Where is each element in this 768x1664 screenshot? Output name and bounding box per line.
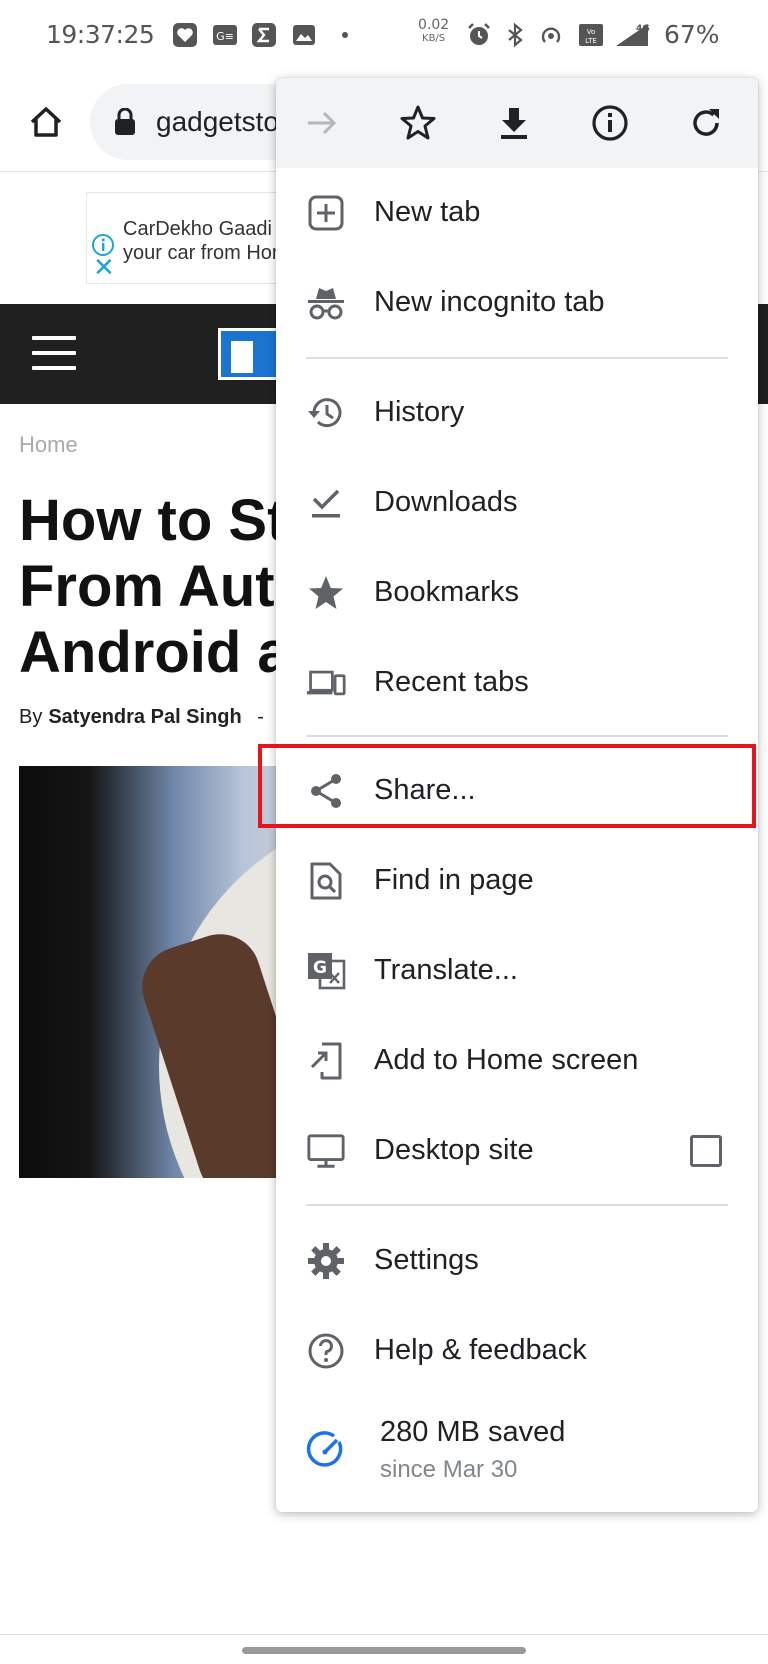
bookmark-star-button[interactable] <box>394 99 442 147</box>
data-saver-gauge-icon <box>306 1430 346 1470</box>
alarm-icon <box>468 23 490 45</box>
svg-text:LTE: LTE <box>585 37 597 45</box>
author-link[interactable]: Satyendra Pal Singh <box>48 706 241 728</box>
menu-item-downloads[interactable]: Downloads <box>276 458 758 548</box>
ad-close-icon[interactable]: ✕ <box>93 254 115 280</box>
menu-item-translate[interactable]: G Translate... <box>276 926 758 1016</box>
breadcrumb[interactable]: Home <box>19 432 78 458</box>
translate-icon: G <box>306 951 346 991</box>
menu-item-find-in-page[interactable]: Find in page <box>276 836 758 926</box>
image-icon <box>293 25 315 45</box>
gmail-icon: G≡ <box>213 25 237 45</box>
bluetooth-icon <box>508 22 523 48</box>
share-highlight-box <box>258 744 756 828</box>
refresh-button[interactable] <box>682 99 730 147</box>
menu-divider <box>306 1204 728 1206</box>
menu-item-settings[interactable]: Settings <box>276 1216 758 1306</box>
hotspot-icon <box>541 27 561 43</box>
desktop-icon <box>306 1131 346 1171</box>
svg-text:G≡: G≡ <box>216 30 234 43</box>
menu-item-new-tab[interactable]: New tab <box>276 168 758 258</box>
menu-action-row <box>276 78 758 168</box>
svg-text:4G: 4G <box>636 24 650 34</box>
hamburger-menu-icon[interactable] <box>32 336 76 370</box>
menu-item-data-saver[interactable]: 280 MB saved since Mar 30 <box>276 1398 758 1502</box>
sigma-icon <box>252 23 276 47</box>
signal-4g-icon: 4G <box>616 24 650 46</box>
menu-item-desktop-site[interactable]: Desktop site <box>276 1106 758 1196</box>
menu-item-new-incognito-tab[interactable]: New incognito tab <box>276 258 758 348</box>
new-tab-icon <box>306 193 346 233</box>
page-info-button[interactable] <box>586 99 634 147</box>
menu-item-help-feedback[interactable]: Help & feedback <box>276 1306 758 1396</box>
settings-icon <box>306 1241 346 1281</box>
dot-icon <box>342 32 348 38</box>
add-to-home-icon <box>306 1041 346 1081</box>
volte-icon: VoLTE <box>579 24 603 46</box>
help-icon <box>306 1331 346 1371</box>
history-icon <box>306 393 346 433</box>
menu-divider <box>306 735 728 737</box>
net-speed: 0.02 KB/S <box>418 17 450 44</box>
menu-item-recent-tabs[interactable]: Recent tabs <box>276 638 758 728</box>
lock-icon <box>115 108 135 135</box>
status-time: 19:37:25 <box>46 20 155 49</box>
download-page-button[interactable] <box>490 99 538 147</box>
menu-item-bookmarks[interactable]: Bookmarks <box>276 548 758 638</box>
heart-app-icon <box>173 23 197 47</box>
home-icon <box>30 107 62 137</box>
info-icon <box>592 105 628 141</box>
gesture-nav-handle[interactable] <box>242 1647 526 1654</box>
downloads-icon <box>306 483 346 523</box>
menu-item-history[interactable]: History <box>276 368 758 458</box>
menu-divider <box>306 357 728 359</box>
incognito-icon <box>306 283 346 323</box>
forward-button[interactable] <box>298 99 346 147</box>
bookmarks-icon <box>306 573 346 613</box>
forward-icon <box>308 111 337 135</box>
byline: By Satyendra Pal Singh - <box>19 706 264 728</box>
desktop-site-checkbox[interactable] <box>690 1135 722 1167</box>
download-icon <box>501 108 527 139</box>
recent-tabs-icon <box>306 663 346 703</box>
battery-percent: 67% <box>664 20 720 49</box>
find-in-page-icon <box>306 861 346 901</box>
star-icon <box>400 105 436 140</box>
svg-text:G: G <box>313 958 327 978</box>
home-button[interactable] <box>22 98 70 146</box>
menu-item-add-to-home-screen[interactable]: Add to Home screen <box>276 1016 758 1106</box>
refresh-icon <box>693 109 719 136</box>
svg-text:Vo: Vo <box>587 28 596 36</box>
status-bar: 19:37:25 G≡ 0.02 KB/S Vo LTE 4G 67% <box>0 0 768 72</box>
site-logo[interactable] <box>218 328 282 380</box>
bottom-divider <box>0 1634 768 1635</box>
